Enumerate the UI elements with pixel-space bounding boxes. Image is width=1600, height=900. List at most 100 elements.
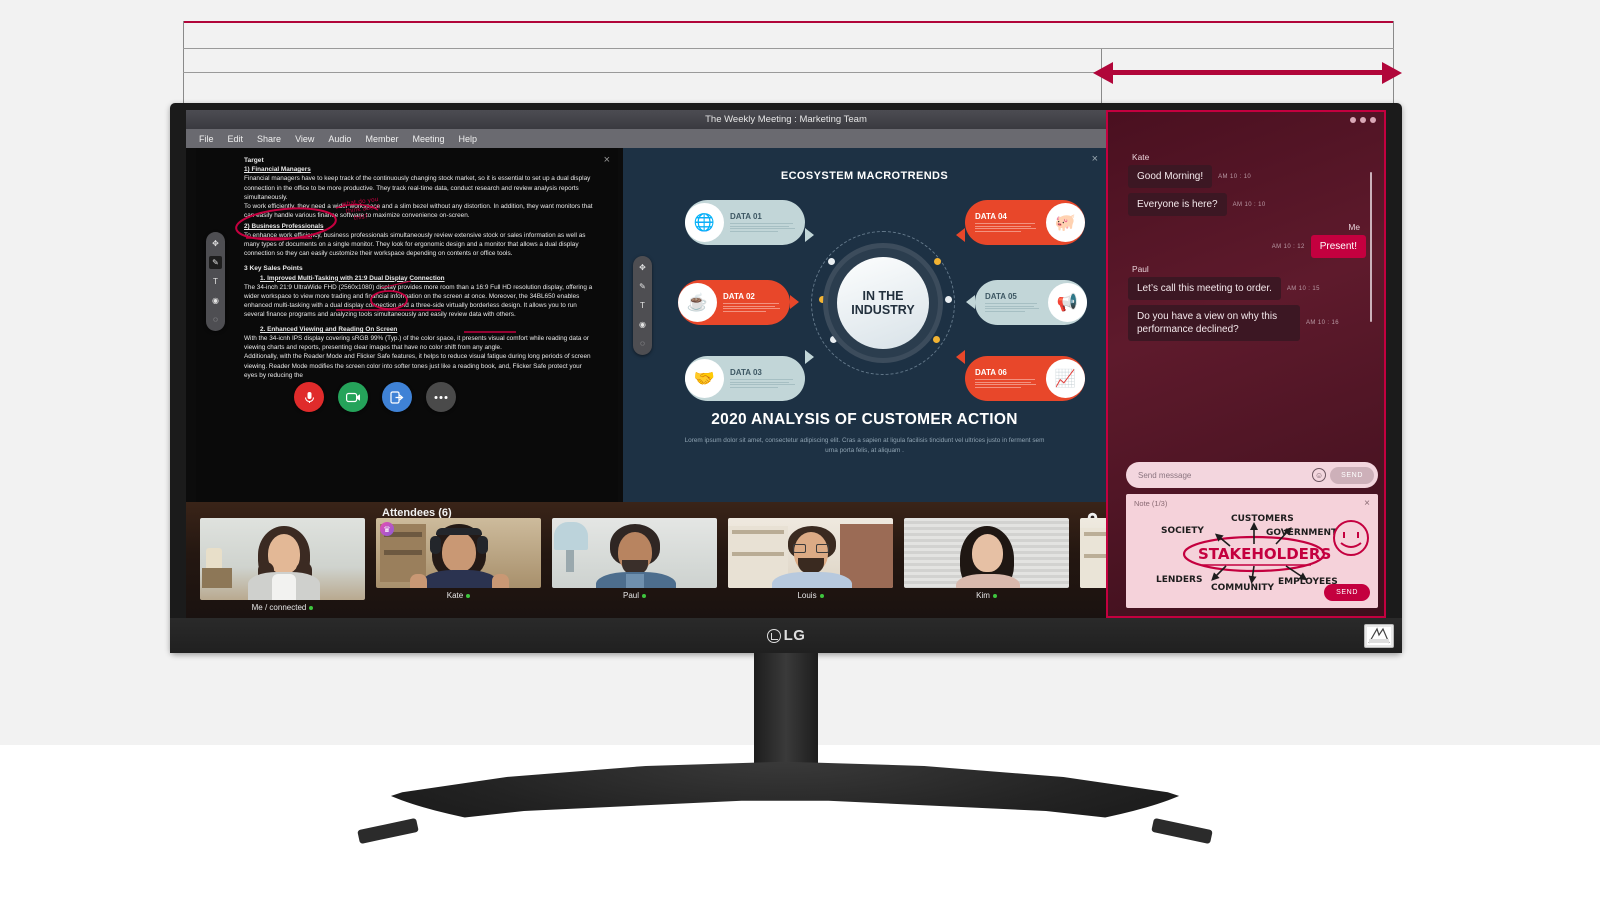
- smiley-icon[interactable]: ☺: [1312, 468, 1327, 482]
- slide-undo-tool-icon[interactable]: ◌: [636, 337, 649, 350]
- microphone-button[interactable]: [294, 382, 324, 412]
- chat-message-input[interactable]: [1138, 470, 1313, 480]
- chat-message-row: AM 10 : 12 Present!: [1128, 235, 1366, 258]
- attendee-name-kim: Kim: [904, 591, 1069, 600]
- menu-item-share[interactable]: Share: [250, 134, 288, 144]
- attendee-tile-louis[interactable]: Louis: [728, 518, 893, 612]
- note-send-button[interactable]: SEND: [1324, 584, 1370, 601]
- document-heading: Target: [244, 157, 264, 164]
- slide-item-data06[interactable]: DATA 06 📈: [965, 356, 1085, 401]
- tail-data02: [790, 295, 799, 309]
- more-options-button[interactable]: [426, 382, 456, 412]
- menu-item-audio[interactable]: Audio: [321, 134, 358, 144]
- document-point1-body: The 34-inch 21:9 UltraWide FHD (2560x108…: [244, 283, 593, 319]
- menu-item-member[interactable]: Member: [358, 134, 405, 144]
- chat-message-time: AM 10 : 10: [1218, 173, 1252, 180]
- certification-badge: [1364, 624, 1394, 648]
- minimize-dot-icon[interactable]: [1350, 117, 1356, 123]
- window-title: The Weekly Meeting : Marketing Team: [705, 114, 867, 125]
- close-dot-icon[interactable]: [1370, 117, 1376, 123]
- attendee-name-paul: Paul: [552, 591, 717, 600]
- chat-window-controls[interactable]: [1350, 117, 1376, 123]
- document-tool-palette[interactable]: ✥ ✎ T ◉ ◌: [206, 232, 225, 331]
- chat-composer[interactable]: ☺ SEND: [1126, 462, 1378, 488]
- note-label-community: COMMUNITY: [1211, 583, 1274, 593]
- chat-author-kate: Kate: [1132, 152, 1150, 162]
- slide-shape-tool-icon[interactable]: ◉: [636, 318, 649, 331]
- slide-item-data01[interactable]: 🌐 DATA 01: [685, 200, 805, 245]
- attendee-tile-kate[interactable]: ♛ Kate: [376, 518, 541, 612]
- menu-item-edit[interactable]: Edit: [221, 134, 251, 144]
- attendee-name-kate: Kate: [376, 591, 541, 600]
- call-controls: [294, 382, 456, 412]
- slide-item-data06-label: DATA 06: [975, 368, 1007, 377]
- online-dot: [309, 605, 314, 610]
- tail-data01: [805, 228, 814, 242]
- document-section2-p1: To enhance work efficiency, business pro…: [244, 232, 586, 258]
- slide-item-data05[interactable]: DATA 05 📢: [975, 280, 1087, 325]
- lg-logo: LG: [766, 627, 806, 644]
- globe-icon: 🌐: [685, 203, 724, 242]
- pen-tool-icon[interactable]: ✎: [209, 256, 222, 269]
- attendee-name-louis: Louis: [728, 591, 893, 600]
- measure-arrow-bar: [1110, 70, 1385, 75]
- undo-tool-icon[interactable]: ◌: [209, 313, 222, 326]
- maximize-dot-icon[interactable]: [1360, 117, 1366, 123]
- slide-pen-tool-icon[interactable]: ✎: [636, 280, 649, 293]
- slide-move-tool-icon[interactable]: ✥: [636, 261, 649, 274]
- move-tool-icon[interactable]: ✥: [209, 237, 222, 250]
- document-close-button[interactable]: ×: [604, 153, 610, 169]
- measure-arrow-left-head: [1093, 61, 1113, 84]
- menu-item-meeting[interactable]: Meeting: [405, 134, 451, 144]
- text-tool-icon[interactable]: T: [209, 275, 222, 288]
- slide-pane: × ECOSYSTEM MACROTRENDS IN THE INDUSTRY 🌐…: [623, 148, 1106, 502]
- menu-item-file[interactable]: File: [192, 134, 221, 144]
- chat-message-time: AM 10 : 12: [1271, 243, 1305, 250]
- camera-button[interactable]: [338, 382, 368, 412]
- chat-message-time: AM 10 : 16: [1306, 320, 1340, 326]
- center-hub-label: IN THE INDUSTRY: [837, 257, 929, 349]
- piggy-bank-icon: 🐖: [1046, 203, 1085, 242]
- online-dot: [992, 593, 997, 598]
- menu-item-help[interactable]: Help: [452, 134, 485, 144]
- monitor-screen: The Weekly Meeting : Marketing Team File…: [186, 110, 1386, 618]
- chat-message-text: Everyone is here?: [1128, 193, 1227, 216]
- attendee-tile-me[interactable]: Me / connected: [200, 518, 365, 612]
- slide-tool-palette[interactable]: ✥ ✎ T ◉ ◌: [633, 256, 652, 355]
- slide-item-data02[interactable]: ☕ DATA 02: [678, 280, 790, 325]
- attendee-tiles: Me / connected ♛ Kate Paul Louis Kim: [200, 518, 1245, 612]
- attendee-tile-paul[interactable]: Paul: [552, 518, 717, 612]
- document-section2-title: 2) Business Professionals: [244, 222, 324, 230]
- document-section1-title: 1) Financial Managers: [244, 166, 311, 174]
- menu-item-view[interactable]: View: [288, 134, 321, 144]
- chat-message-text: Present!: [1310, 235, 1366, 258]
- shape-tool-icon[interactable]: ◉: [209, 294, 222, 307]
- document-point2-body: With the 34-icnh IPS display covering sR…: [244, 335, 589, 352]
- tail-data03: [805, 350, 814, 364]
- tail-data06: [956, 350, 965, 364]
- attendee-tile-kim[interactable]: Kim: [904, 518, 1069, 612]
- bar-chart-icon: 📈: [1046, 359, 1085, 398]
- note-handwriting-canvas: CUSTOMERS SOCIETY GOVERNMENT LENDERS COM…: [1156, 514, 1369, 593]
- online-dot: [819, 593, 824, 598]
- chat-scrollbar[interactable]: [1370, 172, 1372, 322]
- lg-mark-icon: [766, 628, 781, 643]
- document-pane: × Target 1) Financial Managers Financial…: [196, 148, 618, 502]
- measure-arrow-right-head: [1382, 61, 1402, 84]
- slide-item-data04[interactable]: DATA 04 🐖: [965, 200, 1085, 245]
- tail-data04: [956, 228, 965, 242]
- chat-send-button[interactable]: SEND: [1330, 466, 1374, 484]
- attendee-video-kate: ♛: [376, 518, 541, 588]
- attendees-strip: Attendees (6) Me / connected ♛ Kate Paul…: [186, 502, 1245, 618]
- annotation-left-guide: [183, 21, 184, 113]
- share-screen-button[interactable]: [382, 382, 412, 412]
- note-center-word: STAKEHOLDERS: [1198, 545, 1331, 563]
- slide-close-button[interactable]: ×: [1092, 153, 1098, 165]
- slide-item-data01-label: DATA 01: [730, 212, 762, 221]
- monitor-bezel-bottom: LG: [170, 618, 1402, 653]
- slide-subtitle: 2020 ANALYSIS OF CUSTOMER ACTION: [711, 411, 1018, 428]
- slide-text-tool-icon[interactable]: T: [636, 299, 649, 312]
- attendee-video-paul: [552, 518, 717, 588]
- slide-item-data03[interactable]: 🤝 DATA 03: [685, 356, 805, 401]
- attendee-video-me: [200, 518, 365, 600]
